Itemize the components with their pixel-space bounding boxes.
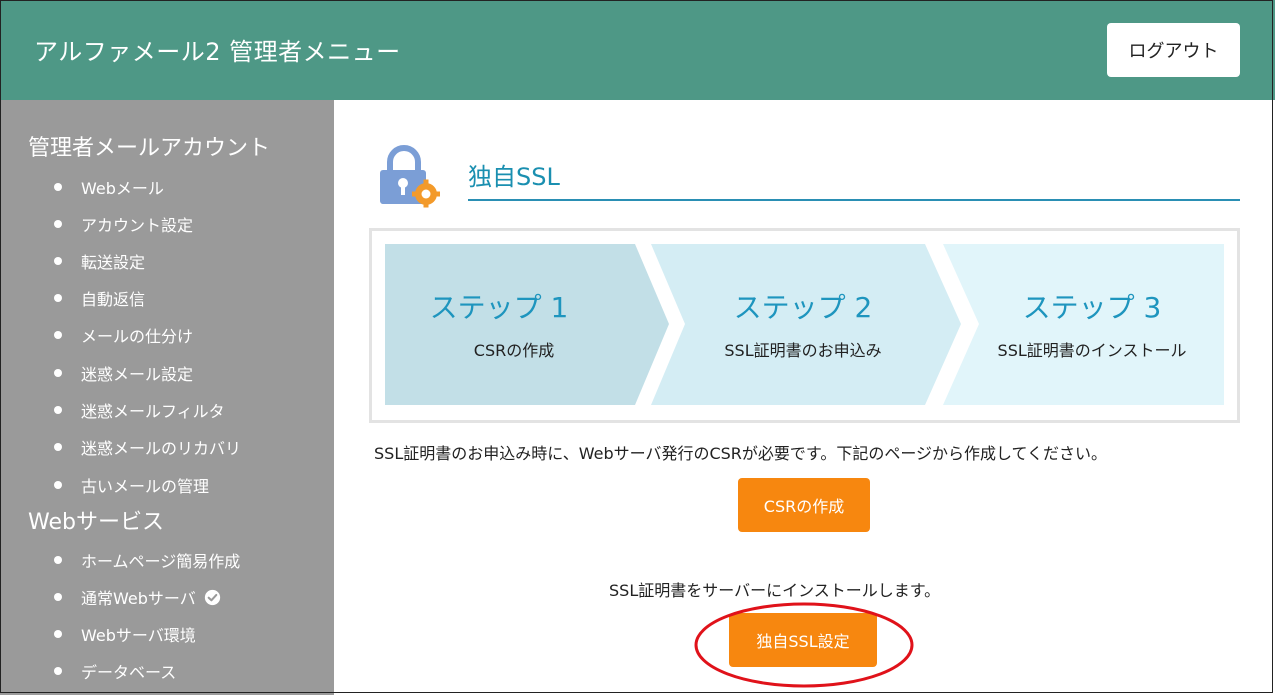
- sidebar-item-old-mail[interactable]: 古いメールの管理: [54, 473, 209, 497]
- step-3-label: ステップ 3: [1022, 291, 1162, 324]
- bullet-icon: [54, 257, 62, 265]
- sidebar-item-web-server[interactable]: 通常Webサーバ: [54, 585, 221, 609]
- bullet-icon: [54, 331, 62, 339]
- ssl-lock-gear-icon: [380, 145, 440, 208]
- logout-button[interactable]: ログアウト: [1107, 23, 1240, 77]
- sidebar-item-spam-filter[interactable]: 迷惑メールフィルタ: [54, 398, 225, 422]
- sidebar-item-account-settings[interactable]: アカウント設定: [54, 212, 193, 236]
- step-3-sub: SSL証明書のインストール: [997, 341, 1187, 360]
- sidebar-item-web-server-env[interactable]: Webサーバ環境: [54, 622, 196, 646]
- step-1-sub: CSRの作成: [473, 341, 555, 360]
- sidebar-item-spam-recovery[interactable]: 迷惑メールのリカバリ: [54, 435, 241, 459]
- header-bar: アルファメール2 管理者メニュー ログアウト: [0, 0, 1275, 100]
- sidebar-item-database[interactable]: データベース: [54, 659, 176, 683]
- ssl-settings-button[interactable]: 独自SSL設定: [729, 613, 877, 667]
- page-title: 独自SSL: [468, 163, 560, 191]
- csr-info-text: SSL証明書のお申込み時に、Webサーバ発行のCSRが必要です。下記のページから…: [374, 444, 1108, 463]
- bullet-icon: [54, 481, 62, 489]
- bullet-icon: [54, 593, 62, 601]
- sidebar-heading-admin-mail: 管理者メールアカウント: [28, 136, 271, 161]
- app-title: アルファメール2 管理者メニュー: [34, 38, 401, 66]
- sidebar-item-webmail[interactable]: Webメール: [54, 175, 164, 199]
- check-circle-icon: [204, 589, 220, 605]
- step-2-label: ステップ 2: [733, 291, 873, 324]
- sidebar-item-spam-settings[interactable]: 迷惑メール設定: [54, 361, 193, 385]
- sidebar-heading-web-services: Webサービス: [28, 510, 164, 535]
- bullet-icon: [54, 183, 62, 191]
- sidebar-item-mail-sorting[interactable]: メールの仕分け: [54, 323, 193, 347]
- bullet-icon: [54, 556, 62, 564]
- bullet-icon: [54, 369, 62, 377]
- sidebar-item-auto-reply[interactable]: 自動返信: [54, 286, 145, 310]
- sidebar: 管理者メールアカウント Webメール アカウント設定 転送設定 自動返信 メール…: [0, 100, 334, 695]
- bullet-icon: [54, 220, 62, 228]
- sidebar-item-forwarding[interactable]: 転送設定: [54, 249, 145, 273]
- sidebar-item-homepage-builder[interactable]: ホームページ簡易作成: [54, 548, 240, 572]
- bullet-icon: [54, 406, 62, 414]
- step-2-sub: SSL証明書のお申込み: [724, 341, 882, 360]
- install-info-text: SSL証明書をサーバーにインストールします。: [609, 581, 941, 600]
- bullet-icon: [54, 630, 62, 638]
- bullet-icon: [54, 667, 62, 675]
- create-csr-button[interactable]: CSRの作成: [738, 478, 870, 532]
- title-underline: [468, 199, 1240, 201]
- bullet-icon: [54, 294, 62, 302]
- step-1-label: ステップ 1: [429, 291, 569, 324]
- bullet-icon: [54, 443, 62, 451]
